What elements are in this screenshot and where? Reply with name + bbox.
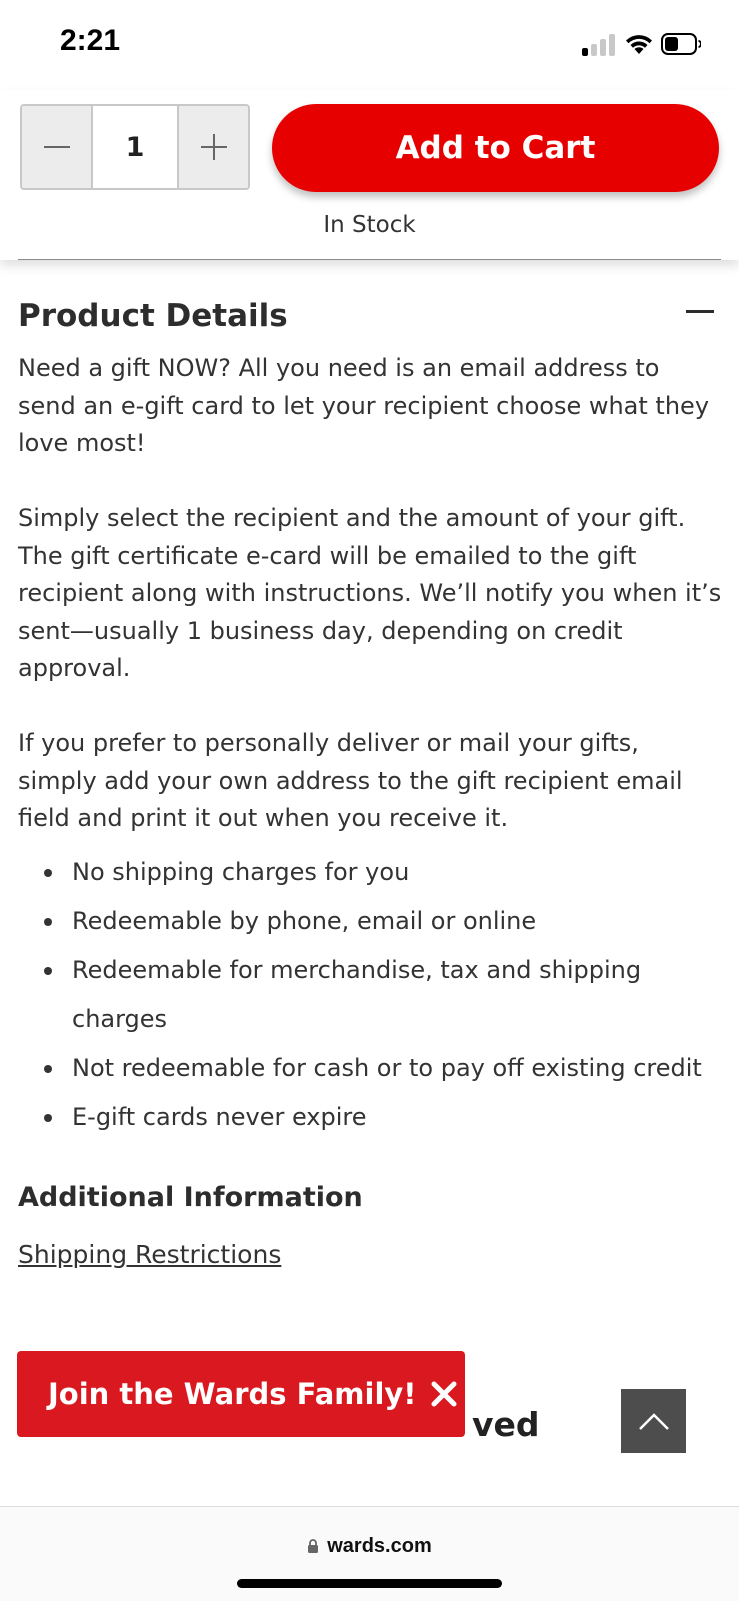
collapse-icon[interactable] xyxy=(686,310,714,313)
list-item: Redeemable for merchandise, tax and ship… xyxy=(44,946,712,1044)
stock-status: In Stock xyxy=(323,212,416,238)
shipping-restrictions-link[interactable]: Shipping Restrictions xyxy=(18,1240,281,1269)
plus-icon xyxy=(200,134,227,160)
list-item: No shipping charges for you xyxy=(44,848,724,897)
details-paragraph-2: Simply select the recipient and the amou… xyxy=(18,504,722,682)
chevron-up-icon xyxy=(638,1413,669,1430)
divider xyxy=(18,259,721,260)
battery-icon xyxy=(661,33,701,55)
minus-icon xyxy=(43,146,70,148)
back-to-top-button[interactable] xyxy=(621,1389,686,1453)
url-text: wards.com xyxy=(327,1535,432,1557)
list-item: E-gift cards never expire xyxy=(44,1093,724,1142)
list-item: Not redeemable for cash or to pay off ex… xyxy=(44,1044,724,1093)
browser-address-bar[interactable]: wards.com xyxy=(0,1506,739,1601)
join-banner-text: Join the Wards Family! xyxy=(48,1377,417,1411)
quantity-input[interactable] xyxy=(91,106,179,188)
join-family-banner[interactable]: Join the Wards Family! xyxy=(17,1351,465,1437)
increase-quantity-button[interactable] xyxy=(179,106,248,188)
additional-information-title: Additional Information xyxy=(18,1182,363,1213)
list-item: Redeemable by phone, email or online xyxy=(44,897,724,946)
lock-icon xyxy=(308,1539,319,1553)
purchase-bar: Add to Cart In Stock xyxy=(0,90,739,260)
status-time: 2:21 xyxy=(60,24,121,57)
details-paragraph-1: Need a gift NOW? All you need is an emai… xyxy=(18,354,710,457)
wifi-icon xyxy=(626,35,652,54)
home-indicator xyxy=(237,1579,502,1588)
product-details-header[interactable]: Product Details xyxy=(18,298,723,334)
quantity-stepper xyxy=(20,104,250,190)
decrease-quantity-button[interactable] xyxy=(22,106,91,188)
details-paragraph-3: If you prefer to personally deliver or m… xyxy=(18,729,683,832)
status-bar: 2:21 xyxy=(0,0,739,90)
feature-list: No shipping charges for you Redeemable b… xyxy=(44,848,724,1142)
cellular-signal-icon xyxy=(582,34,616,56)
close-icon[interactable] xyxy=(431,1381,457,1407)
add-to-cart-button[interactable]: Add to Cart xyxy=(272,104,719,192)
product-details-title: Product Details xyxy=(18,298,288,334)
